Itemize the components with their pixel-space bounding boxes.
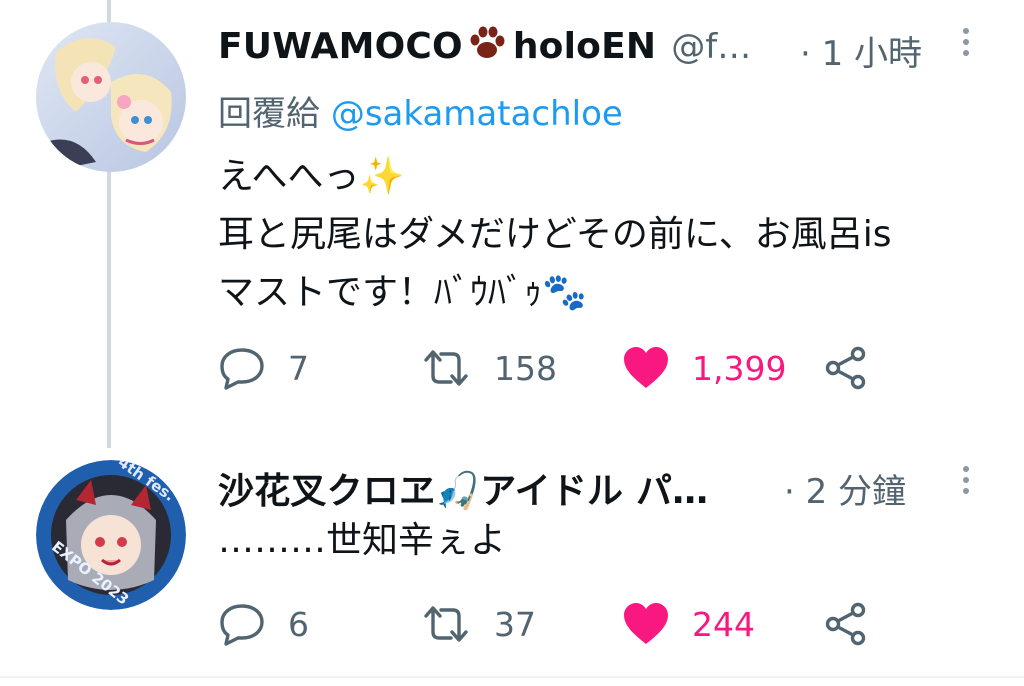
retweet-button[interactable]: 158 <box>420 346 557 390</box>
share-icon <box>825 346 866 390</box>
retweet-icon <box>424 350 468 386</box>
reply-icon <box>220 348 264 390</box>
reply-icon <box>220 604 264 646</box>
tweet-body: えへへっ✨ 耳と尻尾はダメだけどその前に、お風呂is マストです！ﾊﾞｳﾊﾞｩ🐾 <box>218 148 892 322</box>
avatar-sakamata[interactable]: 4th fes. EXPO 2023 <box>36 460 186 610</box>
reply-button[interactable]: 6 <box>218 602 309 646</box>
author-name[interactable]: 沙花叉クロヱ🎣アイドル パ… <box>218 462 708 514</box>
share-button[interactable] <box>824 346 868 390</box>
reply-button[interactable]: 7 <box>218 346 309 390</box>
reply-to-line: 回覆給 @sakamatachloe <box>218 86 623 135</box>
reply-prefix: 回覆給 <box>218 94 320 134</box>
retweet-count: 37 <box>494 604 536 644</box>
like-button[interactable]: 1,399 <box>622 346 786 390</box>
retweet-icon <box>424 606 468 642</box>
tweet-1-header: FUWAMOCO holoEN @f… <box>218 24 751 70</box>
heart-icon <box>624 347 668 388</box>
avatar-fuwamoco[interactable] <box>36 22 186 172</box>
heart-icon <box>624 603 668 644</box>
like-count: 244 <box>692 604 755 644</box>
tweet-line: 耳と尻尾はダメだけどその前に、お風呂is <box>218 214 892 255</box>
share-button[interactable] <box>824 602 868 646</box>
tweet-line: えへへっ✨ <box>218 156 405 197</box>
author-name[interactable]: FUWAMOCO <box>218 26 463 67</box>
tweet-line: ………世知辛ぇよ <box>218 520 507 561</box>
tweet-body: ………世知辛ぇよ <box>218 512 506 570</box>
more-options-icon[interactable] <box>961 28 971 61</box>
reply-count: 7 <box>288 348 309 388</box>
reply-count: 6 <box>288 604 309 644</box>
tweet-line: マストです！ﾊﾞｳﾊﾞｩ🐾 <box>218 272 587 313</box>
like-button[interactable]: 244 <box>622 602 755 646</box>
tweet-time[interactable]: · 1 小時 <box>800 26 922 75</box>
reply-mention[interactable]: @sakamatachloe <box>331 94 623 134</box>
author-suffix[interactable]: holoEN <box>513 26 656 67</box>
divider <box>0 676 1024 678</box>
share-icon <box>825 602 866 646</box>
tweet-time[interactable]: · 2 分鐘 <box>784 464 906 513</box>
more-options-icon[interactable] <box>961 466 971 499</box>
like-count: 1,399 <box>692 348 787 388</box>
paw-icon <box>467 24 507 66</box>
retweet-button[interactable]: 37 <box>420 602 536 646</box>
author-handle[interactable]: @f… <box>671 27 751 67</box>
retweet-count: 158 <box>494 348 557 388</box>
